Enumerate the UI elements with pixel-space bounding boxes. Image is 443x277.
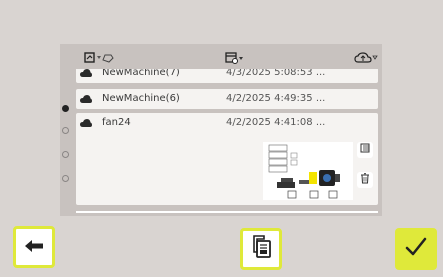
machine-list: NewMachine(7) 4/3/2025 5:08:53 ... NewMa… — [60, 69, 382, 214]
fingerprint-icon — [360, 143, 371, 157]
machine-date: 4/3/2025 5:08:53 ... — [226, 69, 326, 78]
duplicate-button[interactable] — [240, 228, 282, 270]
cloud-icon — [80, 119, 92, 131]
trash-icon — [360, 173, 370, 187]
machine-name: NewMachine(7) — [102, 69, 180, 78]
cloud-icon — [80, 95, 92, 107]
machine-date: 4/2/2025 4:41:08 ... — [226, 117, 326, 128]
list-item[interactable]: NewMachine(7) 4/3/2025 5:08:53 ... — [76, 69, 378, 83]
list-item-selected[interactable]: fan24 4/2/2025 4:41:08 ... — [76, 113, 378, 205]
machine-list-panel: NewMachine(7) 4/3/2025 5:08:53 ... NewMa… — [60, 44, 382, 216]
duplicate-document-icon — [250, 235, 272, 263]
cloud-sort-icon[interactable] — [354, 52, 378, 64]
checkmark-icon — [405, 237, 427, 261]
machine-name: fan24 — [102, 117, 131, 128]
machine-thumbnail — [263, 142, 353, 200]
page-dot[interactable] — [62, 175, 69, 182]
arrow-left-icon — [24, 238, 44, 257]
page-dot[interactable] — [62, 105, 69, 112]
divider — [76, 211, 378, 213]
list-header — [60, 44, 382, 72]
machine-filter-icon[interactable] — [84, 52, 114, 64]
machine-name: NewMachine(6) — [102, 93, 180, 104]
page-dot[interactable] — [62, 127, 69, 134]
page-dot[interactable] — [62, 151, 69, 158]
calendar-sort-icon[interactable] — [225, 52, 245, 64]
list-item[interactable]: NewMachine(6) 4/2/2025 4:49:35 ... — [76, 89, 378, 109]
delete-button[interactable] — [357, 172, 373, 188]
machine-date: 4/2/2025 4:49:35 ... — [226, 93, 326, 104]
confirm-button[interactable] — [395, 228, 437, 270]
cloud-icon — [80, 69, 92, 81]
back-button[interactable] — [13, 226, 55, 268]
fingerprint-button[interactable] — [357, 142, 373, 158]
